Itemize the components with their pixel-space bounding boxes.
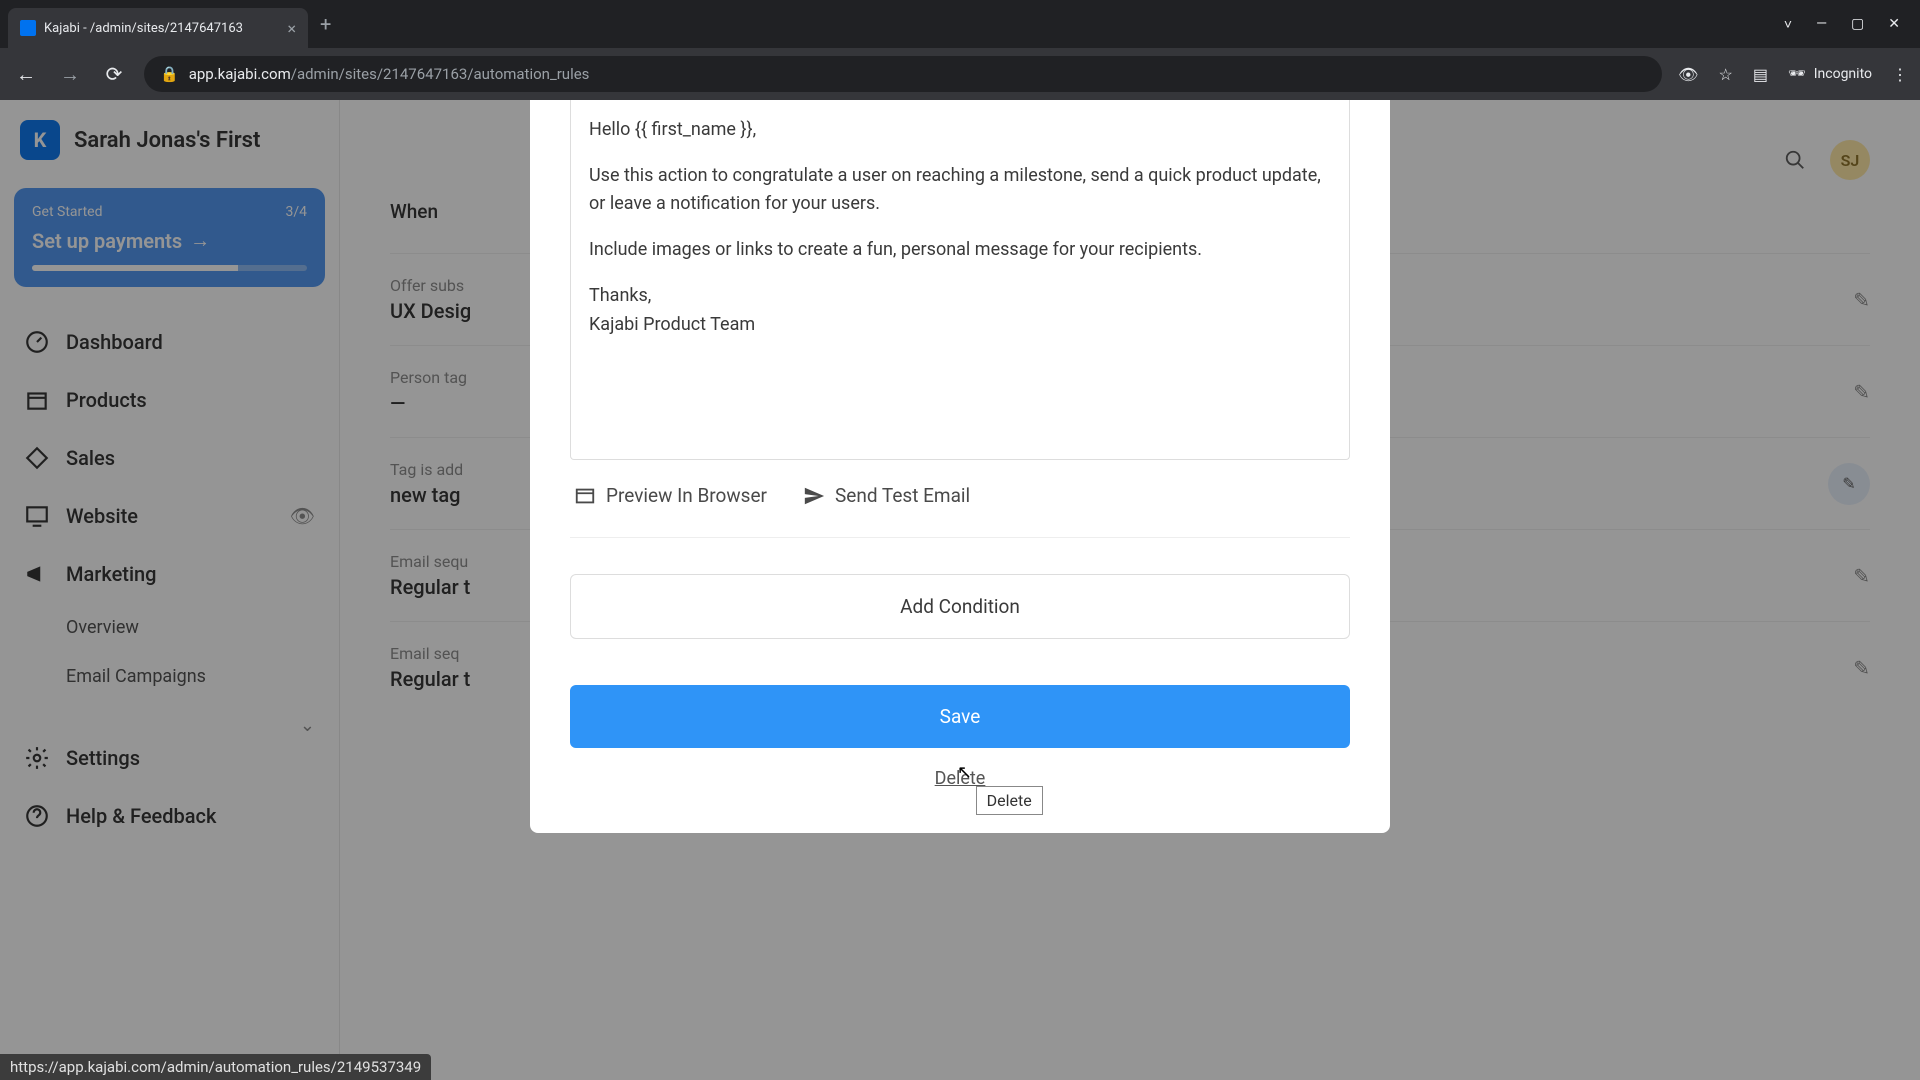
close-tab-icon[interactable]: ×: [287, 19, 296, 38]
tab-title: Kajabi - /admin/sites/2147647163: [44, 21, 279, 36]
status-bar: https://app.kajabi.com/admin/automation_…: [0, 1054, 431, 1080]
modal-overlay[interactable]: Hello {{ first_name }}, Use this action …: [0, 100, 1920, 1080]
panel-icon[interactable]: ▤: [1753, 65, 1768, 84]
address-bar: ← → ⟳ 🔒 app.kajabi.com/admin/sites/21476…: [0, 48, 1920, 100]
new-tab-button[interactable]: +: [320, 12, 331, 36]
email-line: Thanks,: [589, 282, 1331, 310]
bookmark-icon[interactable]: ☆: [1718, 65, 1732, 84]
email-line: Use this action to congratulate a user o…: [589, 162, 1331, 218]
browser-icon: [574, 485, 596, 507]
eye-off-icon[interactable]: 👁: [1678, 65, 1698, 84]
reload-button[interactable]: ⟳: [100, 62, 128, 86]
email-body-editor[interactable]: Hello {{ first_name }}, Use this action …: [570, 100, 1350, 460]
delete-tooltip: Delete: [976, 786, 1043, 815]
url-field[interactable]: 🔒 app.kajabi.com/admin/sites/2147647163/…: [144, 56, 1662, 92]
email-line: Hello {{ first_name }},: [589, 116, 1331, 144]
tab-dropdown-icon[interactable]: ˅: [1784, 16, 1792, 33]
maximize-icon[interactable]: ▢: [1851, 16, 1864, 33]
url-path: /admin/sites/2147647163/automation_rules: [291, 65, 590, 83]
incognito-badge[interactable]: 🕶 Incognito: [1788, 66, 1872, 82]
url-domain: app.kajabi.com: [189, 65, 291, 83]
window-controls: ˅ ― ▢ ✕: [1784, 16, 1912, 33]
send-test-email-link[interactable]: Send Test Email: [803, 484, 970, 507]
action-label: Preview In Browser: [606, 484, 767, 507]
delete-wrapper: Delete ↖ Delete: [570, 768, 1350, 789]
action-label: Send Test Email: [835, 484, 970, 507]
menu-icon[interactable]: ⋮: [1892, 65, 1908, 84]
modal-actions: Preview In Browser Send Test Email: [570, 460, 1350, 538]
forward-button[interactable]: →: [56, 62, 84, 87]
add-condition-button[interactable]: Add Condition: [570, 574, 1350, 639]
back-button[interactable]: ←: [12, 62, 40, 87]
email-line: Include images or links to create a fun,…: [589, 236, 1331, 264]
lock-icon: 🔒: [160, 65, 179, 83]
automation-modal: Hello {{ first_name }}, Use this action …: [530, 100, 1390, 833]
incognito-icon: 🕶: [1788, 66, 1806, 82]
close-window-icon[interactable]: ✕: [1888, 16, 1900, 33]
save-button[interactable]: Save: [570, 685, 1350, 748]
preview-in-browser-link[interactable]: Preview In Browser: [574, 484, 767, 507]
send-icon: [803, 485, 825, 507]
browser-tab-strip: Kajabi - /admin/sites/2147647163 × + ˅ ―…: [0, 0, 1920, 48]
app-root: K Sarah Jonas's First Get Started 3/4 Se…: [0, 100, 1920, 1080]
minimize-icon[interactable]: ―: [1816, 16, 1827, 33]
email-line: Kajabi Product Team: [589, 311, 1331, 339]
favicon: [20, 20, 36, 36]
browser-tab[interactable]: Kajabi - /admin/sites/2147647163 ×: [8, 8, 308, 48]
